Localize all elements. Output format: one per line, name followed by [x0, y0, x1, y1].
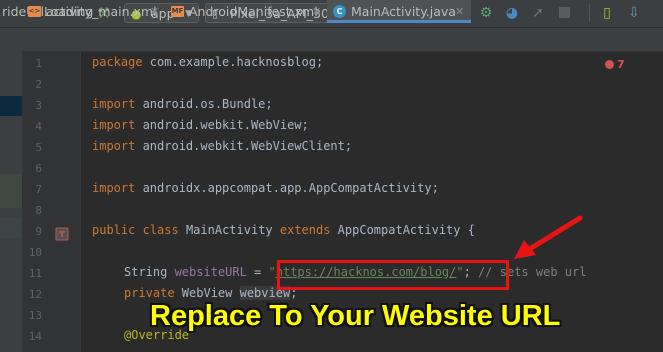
- tab-activity-main[interactable]: <> activity_main.xml ✕: [22, 0, 165, 23]
- code-line-import[interactable]: import android.os.Bundle;: [92, 97, 273, 111]
- profiler-gauge-icon[interactable]: ◕: [502, 3, 522, 23]
- tab-main-activity[interactable]: C MainActivity.java ✕: [327, 0, 471, 23]
- line-number: 8: [35, 204, 42, 217]
- code-line-package[interactable]: package com.example.hacknosblog;: [92, 55, 323, 69]
- sidebar-item[interactable]: [0, 174, 22, 208]
- device-manager-icon[interactable]: ▯: [597, 3, 617, 23]
- gutter-divider: [80, 52, 81, 352]
- url-highlight-box: [277, 260, 509, 290]
- line-number: 4: [35, 120, 42, 133]
- line-number: 6: [35, 162, 42, 175]
- tab-label: MainActivity.java: [351, 4, 456, 19]
- red-arrow-icon: [514, 215, 583, 259]
- overlay-caption: Replace To Your Website URL: [150, 300, 561, 332]
- stop-icon[interactable]: [554, 3, 574, 23]
- line-number: 9: [35, 225, 42, 238]
- manifest-file-icon: MF: [171, 6, 184, 17]
- code-line-import[interactable]: import android.webkit.WebViewClient;: [92, 139, 352, 153]
- attach-debugger-icon[interactable]: ➚: [528, 3, 548, 23]
- java-class-icon: C: [333, 5, 346, 18]
- line-number: 14: [28, 330, 42, 343]
- toolbar-separator: [589, 4, 590, 22]
- line-number: 12: [28, 288, 42, 301]
- line-number-gutter: [22, 52, 80, 352]
- sidebar-selected-item[interactable]: [0, 96, 22, 116]
- line-number: 7: [35, 183, 42, 196]
- line-number: 5: [35, 141, 42, 154]
- sdk-manager-icon[interactable]: ⇩: [624, 3, 644, 23]
- xml-file-icon: <>: [28, 6, 41, 17]
- line-number: 2: [35, 78, 42, 91]
- code-line-import[interactable]: import android.webkit.WebView;: [92, 118, 309, 132]
- error-indicator-icon[interactable]: [605, 60, 614, 69]
- line-number: 11: [28, 267, 42, 280]
- close-icon[interactable]: ✕: [312, 0, 321, 23]
- code-line-import[interactable]: import androidx.appcompat.app.AppCompatA…: [92, 181, 439, 195]
- code-line-webview-field[interactable]: private WebView webview;: [124, 286, 297, 300]
- editor-tab-bar: [22, 28, 663, 52]
- code-line-class-declaration[interactable]: public class MainActivity extends AppCom…: [92, 223, 475, 237]
- implements-gutter-icon[interactable]: [55, 226, 69, 241]
- line-number: 10: [28, 246, 42, 259]
- close-icon[interactable]: ✕: [455, 0, 464, 23]
- tab-label: activity_main.xml: [46, 4, 157, 19]
- sidebar-item[interactable]: [0, 218, 22, 238]
- close-icon[interactable]: ✕: [150, 0, 159, 23]
- profile-icon[interactable]: ⚙: [476, 3, 496, 23]
- error-count[interactable]: 7: [617, 58, 625, 71]
- tab-android-manifest[interactable]: MF AndroidManifest.xml ✕: [165, 0, 327, 23]
- tab-label: AndroidManifest.xml: [189, 4, 318, 19]
- line-number: 1: [35, 57, 42, 70]
- line-number: 3: [35, 99, 42, 112]
- line-number: 13: [28, 309, 42, 322]
